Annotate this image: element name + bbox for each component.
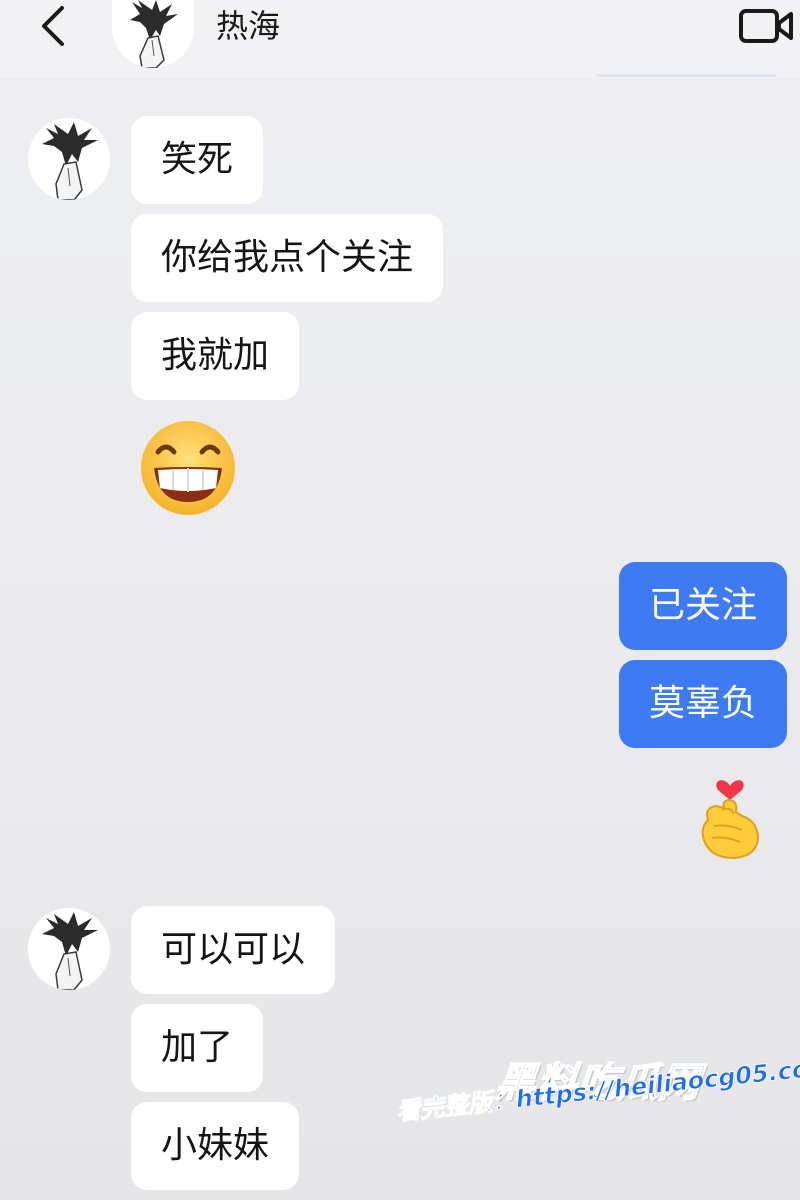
message-bubble-incoming[interactable]: 笑死 xyxy=(131,116,264,204)
contact-avatar[interactable] xyxy=(112,0,194,68)
back-arrow-icon xyxy=(42,6,64,46)
chat-header: 热海 xyxy=(0,0,800,78)
finger-heart-emoji[interactable] xyxy=(694,764,766,868)
video-call-button[interactable] xyxy=(738,6,794,46)
message-bubble-incoming[interactable]: 可以可以 xyxy=(131,906,336,994)
back-button[interactable] xyxy=(30,2,78,50)
sender-avatar[interactable] xyxy=(28,908,110,990)
sender-avatar[interactable] xyxy=(28,118,110,200)
grinning-face-emoji[interactable] xyxy=(138,418,238,522)
video-call-icon xyxy=(739,9,793,43)
message-bubble-incoming[interactable]: 你给我点个关注 xyxy=(131,214,444,302)
message-bubble-outgoing[interactable]: 已关注 xyxy=(618,562,787,650)
message-bubble-outgoing[interactable]: 莫辜负 xyxy=(618,660,787,748)
header-divider xyxy=(596,74,776,77)
contact-name: 热海 xyxy=(216,7,281,45)
message-bubble-incoming[interactable]: 小妹妹 xyxy=(131,1102,300,1190)
message-bubble-incoming[interactable]: 我就加 xyxy=(131,312,300,400)
message-bubble-incoming[interactable]: 加了 xyxy=(131,1004,264,1092)
